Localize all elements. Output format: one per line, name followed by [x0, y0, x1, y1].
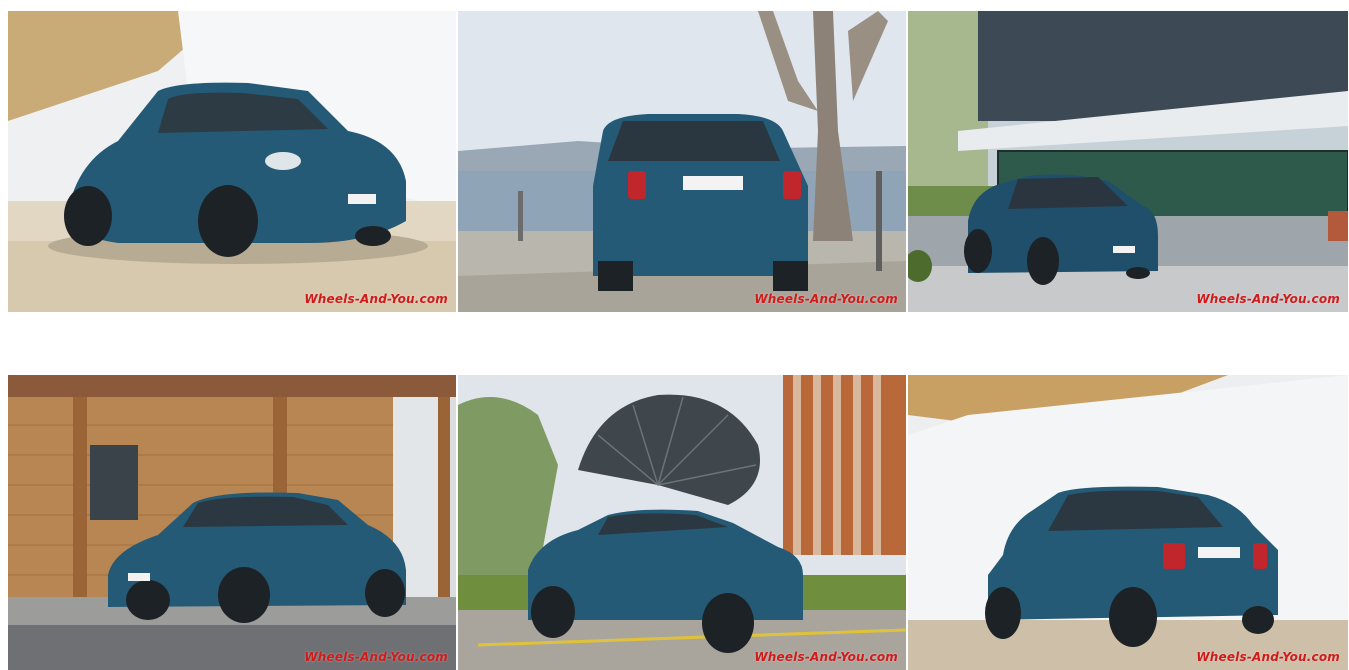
- watermark-text: Wheels-And-You.com: [754, 650, 898, 664]
- watermark-text: Wheels-And-You.com: [1196, 650, 1340, 664]
- car-wooden-house-image: [8, 375, 456, 670]
- car-solar-flower-image: [458, 375, 906, 670]
- watermark-text: Wheels-And-You.com: [754, 292, 898, 306]
- watermark-text: Wheels-And-You.com: [304, 650, 448, 664]
- gallery-photo-5[interactable]: Wheels-And-You.com: [458, 375, 906, 670]
- gallery-photo-2[interactable]: Wheels-And-You.com: [458, 11, 906, 312]
- gallery-photo-3[interactable]: Wheels-And-You.com: [908, 11, 1348, 312]
- gallery-photo-4[interactable]: Wheels-And-You.com: [8, 375, 456, 670]
- car-front-three-quarter-image: [8, 11, 456, 312]
- gallery-photo-1[interactable]: Wheels-And-You.com: [8, 11, 456, 312]
- photo-gallery: Wheels-And-You.com Wheels-And-You.com Wh…: [0, 0, 1349, 670]
- watermark-text: Wheels-And-You.com: [304, 292, 448, 306]
- car-building-front-image: [908, 11, 1348, 312]
- watermark-text: Wheels-And-You.com: [1196, 292, 1340, 306]
- car-rear-snow-image: [908, 375, 1348, 670]
- car-rear-lake-image: [458, 11, 906, 312]
- gallery-photo-6[interactable]: Wheels-And-You.com: [908, 375, 1348, 670]
